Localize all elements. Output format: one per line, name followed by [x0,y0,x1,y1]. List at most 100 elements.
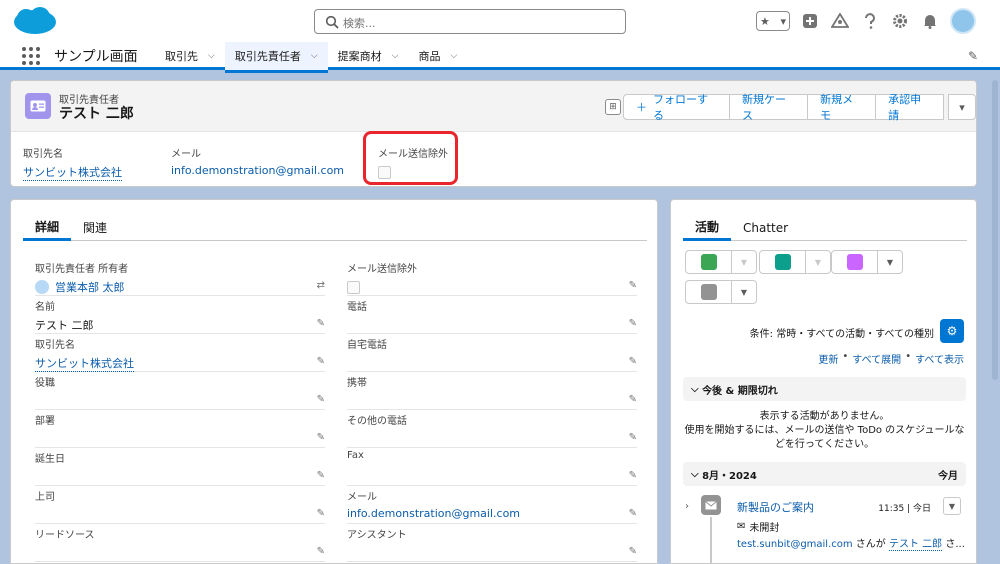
item-actions-chevron-icon[interactable]: ▼ [943,497,961,515]
notification-bell-icon[interactable] [920,11,940,31]
edit-pencil-icon[interactable]: ✎ [629,394,637,405]
highlight-email: メール info.demonstration@gmail.com [171,145,344,177]
more-actions-chevron-icon[interactable]: ▾ [948,94,977,120]
edit-pencil-icon[interactable]: ✎ [629,432,637,443]
new-case-button[interactable]: 新規ケース [730,93,809,122]
field-title: 役職 ✎ [35,374,325,410]
trailhead-icon[interactable] [830,11,850,31]
tab-activity[interactable]: 活動 [683,214,732,241]
highlight-email-link[interactable]: info.demonstration@gmail.com [171,164,344,177]
timeline-item: › 新製品のご案内 11:35 | 今日 ▼ ✉ 未開封 test.sunbit… [683,495,967,563]
email-link[interactable]: info.demonstration@gmail.com [347,507,520,520]
follow-button[interactable]: ＋ フォローする [623,93,730,122]
global-actions-icon[interactable] [800,11,820,31]
field-reports-to: 上司 ✎ [35,488,325,524]
chevron-down-icon[interactable]: ⌵ [208,51,215,61]
chevron-down-icon[interactable]: ▼ [732,281,756,303]
nav-tab-products[interactable]: 商品 ⌵ [408,42,467,70]
field-label: 役職 [35,378,55,389]
field-lead-source: リードソース ✎ [35,526,325,562]
phone-icon [774,254,791,270]
field-fax: Fax ✎ [347,450,637,486]
edit-pencil-icon[interactable]: ✎ [317,318,325,329]
edit-pencil-icon[interactable]: ✎ [629,318,637,329]
chevron-down-icon[interactable]: ⌵ [450,51,457,61]
edit-pencil-icon[interactable]: ✎ [317,508,325,519]
approval-request-button[interactable]: 承認申請 [876,93,945,122]
sender-email-link[interactable]: test.sunbit@gmail.com [737,539,853,550]
tab-related[interactable]: 関連 [71,214,119,241]
new-event-button[interactable]: ▼ [831,250,903,274]
change-owner-icon[interactable]: ⇄ [317,280,325,291]
setup-gear-icon[interactable] [890,11,910,31]
favorites-button[interactable]: ★ ▾ [756,11,790,31]
highlight-account-link[interactable]: サンビット株式会社 [23,164,122,181]
field-value: 営業本部 太郎 [35,279,325,295]
field-assistant: アシスタント ✎ [347,526,637,562]
field-label: 電話 [347,302,367,313]
expand-all-link[interactable]: すべて展開 [852,351,901,366]
new-memo-button[interactable]: 新規メモ [808,93,877,122]
edit-pencil-icon[interactable]: ✎ [317,394,325,405]
activity-tabs: 活動 Chatter [683,214,967,241]
new-task-button[interactable]: ▼ [685,250,757,274]
empty-line: 表示する活動がありません。 [759,411,890,422]
field-owner: 取引先責任者 所有者 営業本部 太郎 ⇄ [35,260,325,296]
field-home-phone: 自宅電話 ✎ [347,336,637,372]
chevron-down-icon[interactable]: ⌵ [311,51,318,61]
record-header: 取引先責任者 テスト 二郎 ⊞ ＋ フォローする 新規ケース 新規メモ 承認申請… [10,80,977,187]
edit-pencil-icon[interactable]: ✎ [629,280,637,291]
record-name: テスト 二郎 [59,106,134,122]
refresh-link[interactable]: 更新 [818,351,838,366]
chevron-down-icon: ⌵ [691,383,703,395]
account-link[interactable]: サンビット株式会社 [35,355,134,372]
edit-pencil-icon[interactable]: ✎ [317,546,325,557]
chevron-down-icon: ▾ [780,14,786,28]
salesforce-cloud-logo[interactable] [12,6,58,36]
annotation-highlight-box [363,131,458,185]
nav-tab-label: 提案商材 [337,50,382,63]
log-call-button[interactable]: ▼ [759,250,831,274]
filter-gear-icon[interactable]: ⚙ [940,319,964,343]
separator: • [905,351,912,362]
show-all-link[interactable]: すべて表示 [915,351,964,366]
tab-chatter[interactable]: Chatter [731,214,800,241]
field-label: 部署 [35,416,55,427]
global-search[interactable]: 検索... [314,9,626,34]
edit-pencil-icon[interactable]: ✎ [317,470,325,481]
user-avatar[interactable] [950,8,976,34]
star-icon: ★ [760,14,770,28]
timeline-item-title[interactable]: 新製品のご案内 [737,499,814,515]
field-label: 取引先責任者 所有者 [35,264,129,275]
page-scrollbar[interactable] [992,80,998,380]
nav-tab-accounts[interactable]: 取引先 ⌵ [155,42,225,70]
upcoming-section-header[interactable]: ⌵ 今後 & 期限切れ [683,377,966,401]
tab-details[interactable]: 詳細 [23,214,72,241]
field-label: 携帯 [347,378,367,389]
help-icon[interactable] [860,11,880,31]
expand-chevron-icon[interactable]: › [685,501,689,512]
owner-link[interactable]: 営業本部 太郎 [55,279,125,295]
edit-pencil-icon[interactable]: ✎ [629,356,637,367]
chevron-down-icon[interactable]: ⌵ [392,51,399,61]
edit-pencil-icon[interactable]: ✎ [317,356,325,367]
edit-nav-pencil-icon[interactable]: ✎ [968,49,978,63]
edit-pencil-icon[interactable]: ✎ [629,546,637,557]
chevron-down-icon[interactable]: ▼ [806,251,830,273]
edit-pencil-icon[interactable]: ✎ [629,508,637,519]
chevron-down-icon[interactable]: ▼ [878,251,902,273]
edit-pencil-icon[interactable]: ✎ [317,432,325,443]
edit-pencil-icon[interactable]: ✎ [629,470,637,481]
empty-line: 使用を開始するには、メールの送信や ToDo のスケジュールな [684,425,965,436]
chevron-down-icon[interactable]: ▼ [732,251,756,273]
email-opt-out-checkbox[interactable] [347,281,360,294]
hierarchy-icon[interactable]: ⊞ [605,99,621,115]
nav-tab-contacts[interactable]: 取引先責任者 ⌵ [224,42,328,73]
field-name: 名前 テスト 二郎 ✎ [35,298,325,334]
month-section-header[interactable]: ⌵ 8月・2024 今月 [683,462,966,486]
this-month-label: 今月 [938,470,958,482]
nav-tab-proposal-products[interactable]: 提案商材 ⌵ [328,42,409,70]
send-email-button[interactable]: ▼ [685,280,757,304]
app-launcher-icon[interactable] [22,47,40,65]
recipient-link[interactable]: テスト 二郎 [888,539,943,551]
